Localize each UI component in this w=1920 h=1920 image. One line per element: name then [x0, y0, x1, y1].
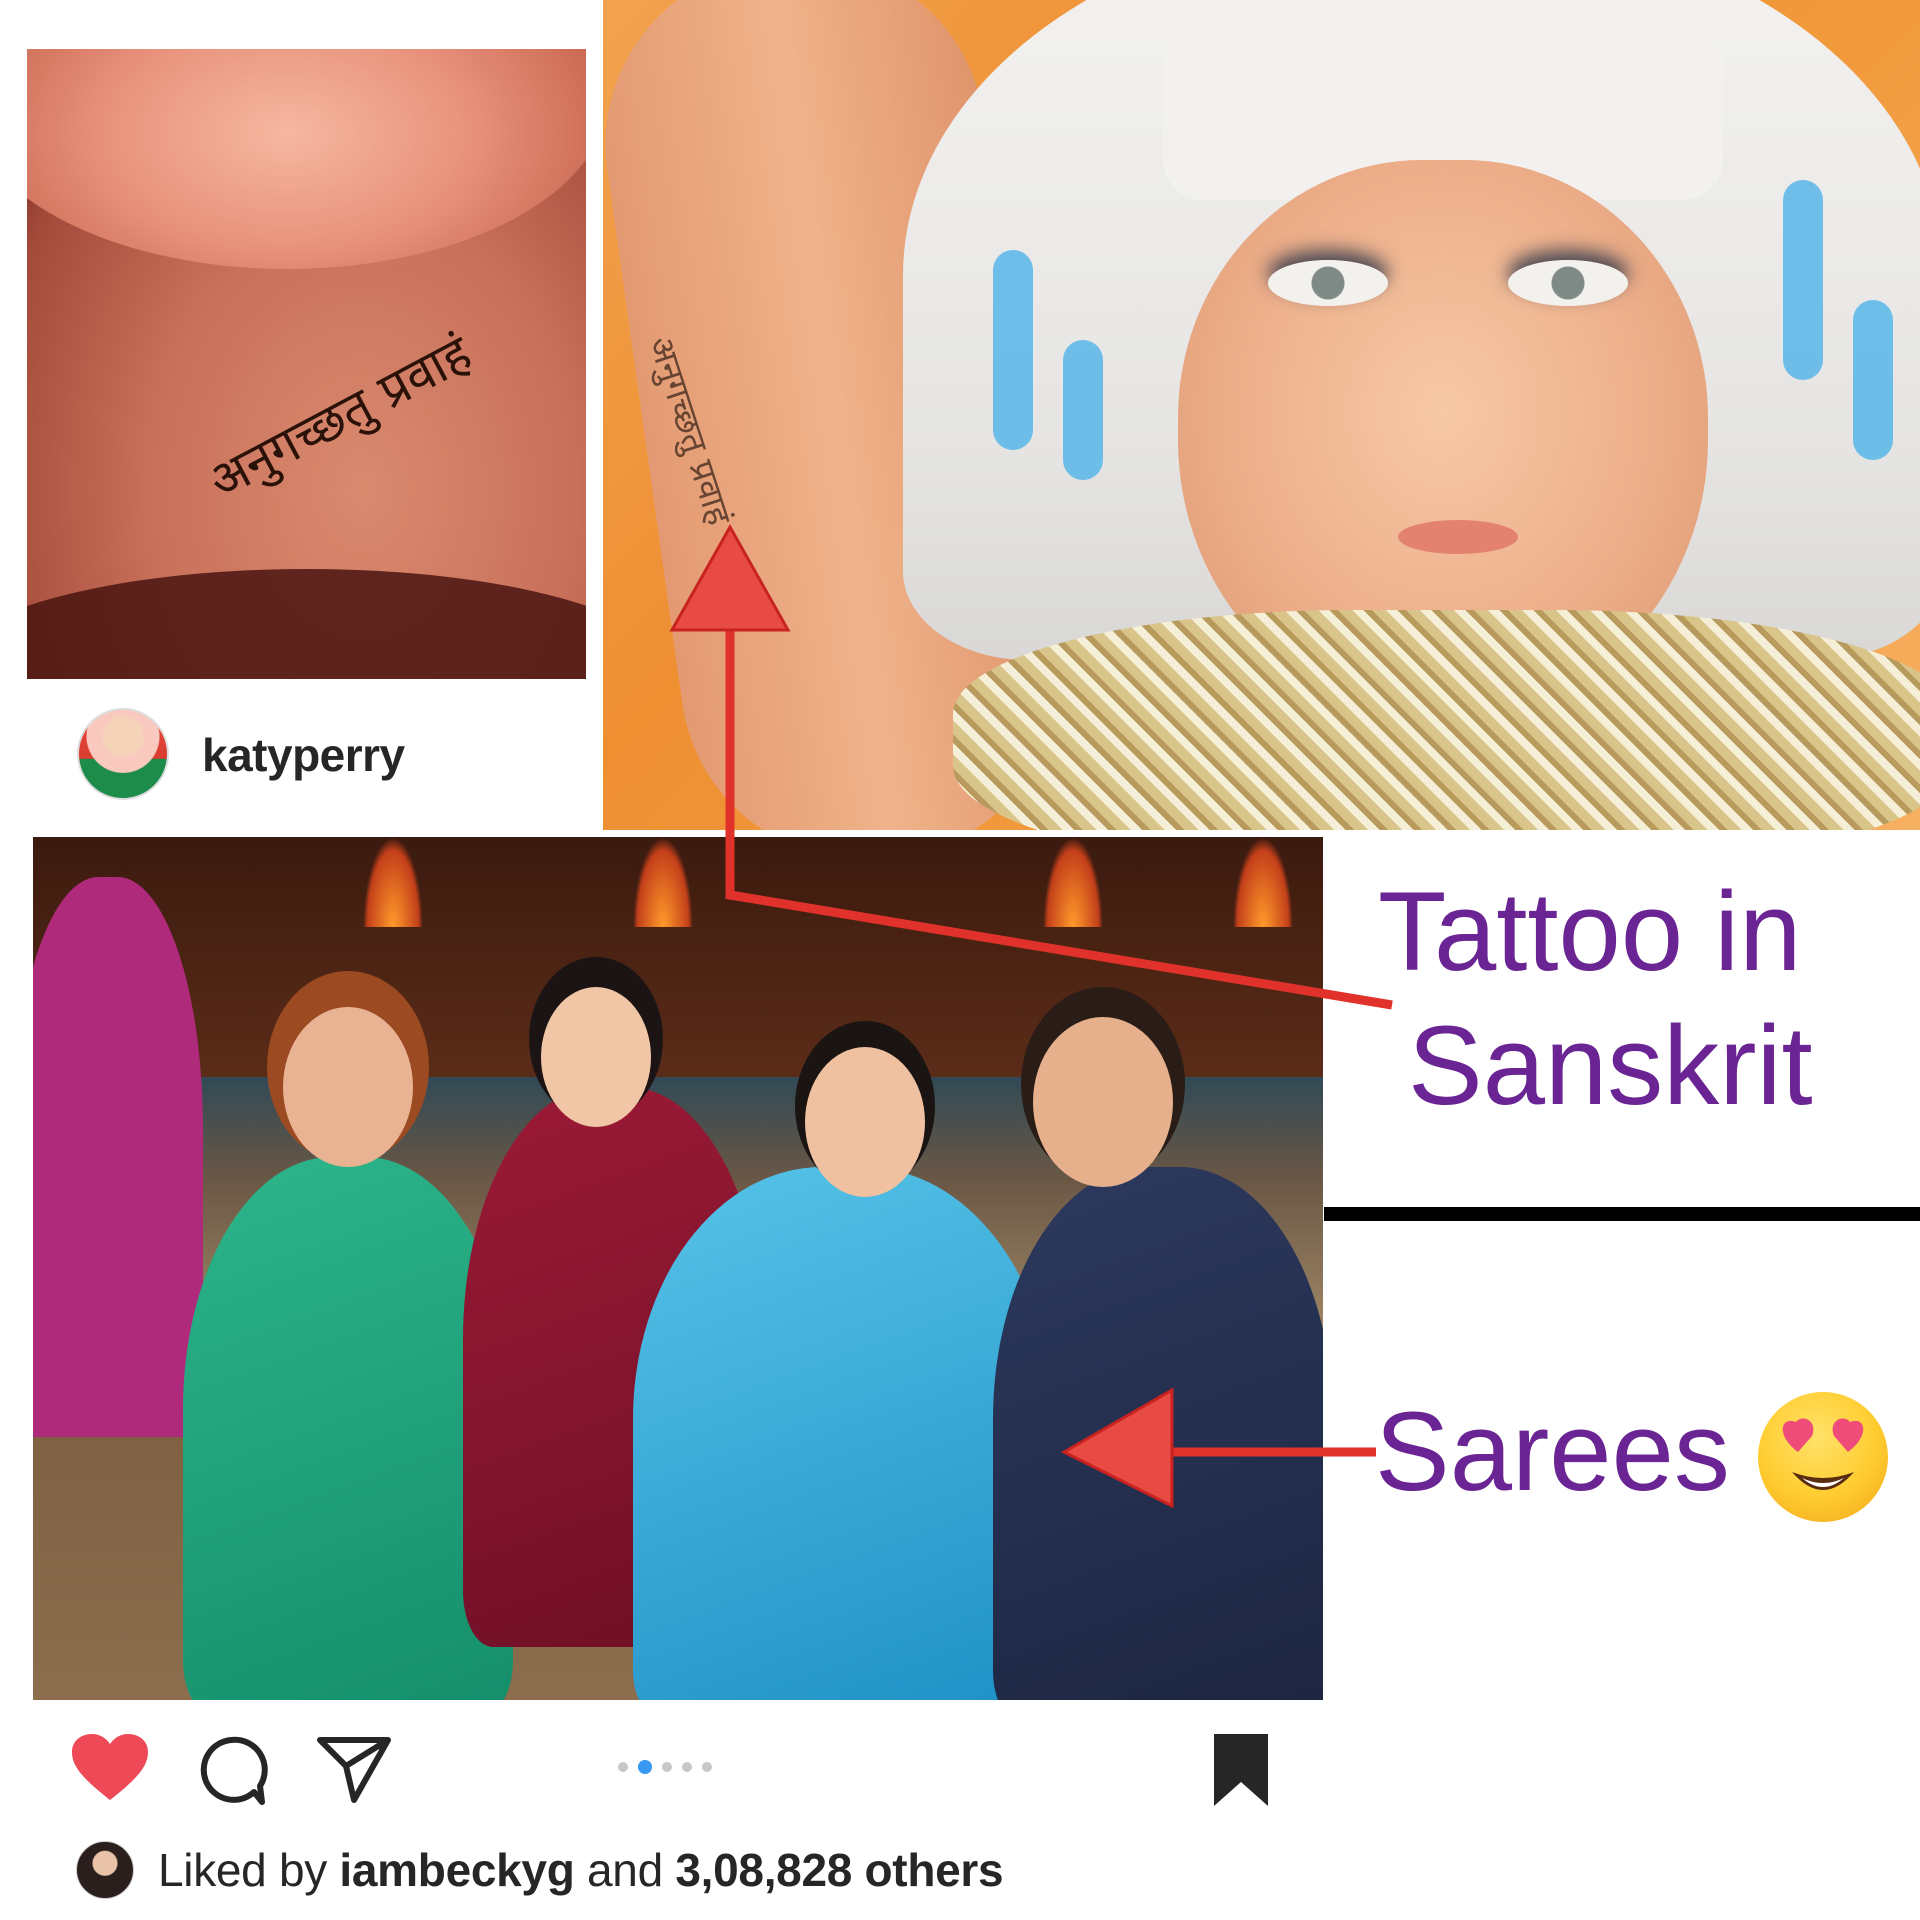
caption-tattoo-line1: Tattoo in	[1378, 869, 1802, 994]
caption-sarees: Sarees	[1375, 1389, 1730, 1514]
carousel-dot-active	[638, 1760, 652, 1774]
carousel-dot	[702, 1762, 712, 1772]
tattoo-arrow-line	[725, 595, 1393, 1010]
carousel-indicator	[618, 1760, 712, 1774]
carousel-dot	[682, 1762, 692, 1772]
tattoo-arrow-head	[669, 523, 791, 632]
sarees-arrow-head	[1060, 1387, 1174, 1509]
share-icon[interactable]	[316, 1734, 392, 1804]
comment-icon[interactable]	[194, 1734, 268, 1808]
liker-avatar[interactable]	[76, 1841, 134, 1899]
likes-text: Liked by iambeckyg and 3,08,828 others	[158, 1843, 1004, 1897]
likes-count[interactable]: 3,08,828 others	[675, 1844, 1003, 1896]
likes-row: Liked by iambeckyg and 3,08,828 others	[76, 1840, 1004, 1900]
heart-eyes-emoji	[1758, 1392, 1888, 1522]
bookmark-icon[interactable]	[1212, 1732, 1270, 1808]
carousel-dot	[662, 1762, 672, 1772]
carousel-dot	[618, 1762, 628, 1772]
likes-prefix: Liked by	[158, 1844, 327, 1896]
liker-username[interactable]: iambeckyg	[339, 1844, 574, 1896]
likes-connector: and	[587, 1844, 663, 1896]
post-action-bar	[0, 1720, 1920, 1830]
divider	[1324, 1207, 1920, 1221]
heart-icon[interactable]	[72, 1734, 148, 1804]
caption-tattoo-line2: Sanskrit	[1408, 1003, 1813, 1128]
